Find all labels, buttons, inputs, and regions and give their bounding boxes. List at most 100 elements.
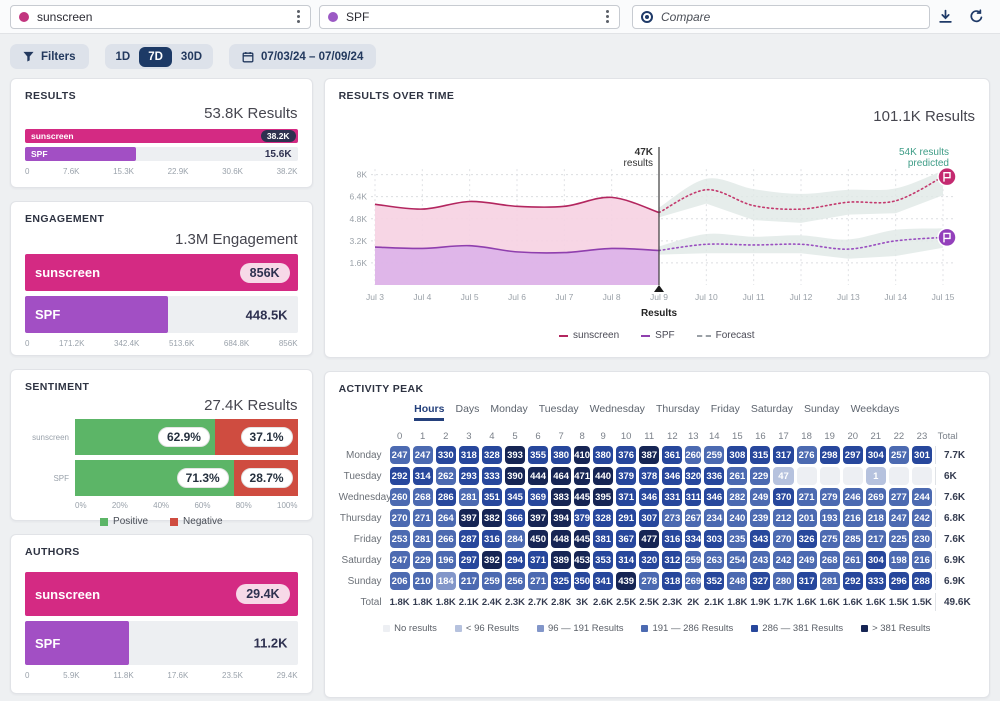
tab-friday[interactable]: Friday (711, 403, 740, 421)
tab-saturday[interactable]: Saturday (751, 403, 793, 421)
kebab-menu-icon[interactable] (604, 8, 611, 25)
heatmap-cell[interactable]: 225 (889, 530, 909, 548)
tab-days[interactable]: Days (455, 403, 479, 421)
heatmap-cell[interactable]: 259 (482, 572, 502, 590)
heatmap-cell[interactable]: 259 (704, 446, 724, 464)
heatmap-cell[interactable] (889, 467, 909, 485)
heatmap-cell[interactable]: 343 (750, 530, 770, 548)
heatmap-cell[interactable]: 229 (413, 551, 433, 569)
heatmap-cell[interactable]: 380 (593, 446, 613, 464)
query-input-sunscreen[interactable]: sunscreen (10, 5, 311, 29)
heatmap-cell[interactable]: 393 (505, 446, 525, 464)
heatmap-cell[interactable]: 269 (866, 488, 886, 506)
heatmap-cell[interactable]: 355 (528, 446, 548, 464)
heatmap-cell[interactable]: 336 (704, 467, 724, 485)
heatmap-cell[interactable]: 260 (685, 446, 701, 464)
tab-hours[interactable]: Hours (414, 403, 444, 421)
tab-weekdays[interactable]: Weekdays (851, 403, 900, 421)
heatmap-cell[interactable]: 201 (797, 509, 817, 527)
heatmap-cell[interactable]: 218 (866, 509, 886, 527)
heatmap-cell[interactable]: 281 (820, 572, 840, 590)
heatmap-cell[interactable]: 331 (662, 488, 682, 506)
heatmap-cell[interactable]: 198 (889, 551, 909, 569)
heatmap-cell[interactable]: 304 (866, 551, 886, 569)
heatmap-cell[interactable]: 334 (685, 530, 701, 548)
heatmap-cell[interactable]: 275 (820, 530, 840, 548)
heatmap-cell[interactable]: 371 (528, 551, 548, 569)
heatmap-cell[interactable]: 330 (436, 446, 456, 464)
heatmap-cell[interactable]: 320 (685, 467, 701, 485)
tab-tuesday[interactable]: Tuesday (539, 403, 579, 421)
heatmap-cell[interactable]: 397 (459, 509, 479, 527)
tab-wednesday[interactable]: Wednesday (590, 403, 645, 421)
heatmap-cell[interactable]: 445 (574, 488, 590, 506)
heatmap-cell[interactable]: 239 (750, 509, 770, 527)
heatmap-cell[interactable]: 346 (704, 488, 724, 506)
heatmap-cell[interactable]: 297 (459, 551, 479, 569)
heatmap-cell[interactable]: 263 (704, 551, 724, 569)
heatmap-cell[interactable]: 464 (551, 467, 571, 485)
heatmap-cell[interactable]: 266 (436, 530, 456, 548)
heatmap-cell[interactable]: 242 (773, 551, 793, 569)
heatmap-cell[interactable]: 376 (616, 446, 636, 464)
refresh-icon[interactable] (969, 9, 984, 24)
heatmap-cell[interactable]: 471 (574, 467, 590, 485)
heatmap-cell[interactable]: 352 (704, 572, 724, 590)
heatmap-cell[interactable]: 216 (912, 551, 932, 569)
tab-thursday[interactable]: Thursday (656, 403, 700, 421)
heatmap-cell[interactable]: 298 (820, 446, 840, 464)
heatmap-cell[interactable]: 318 (459, 446, 479, 464)
heatmap-cell[interactable]: 341 (593, 572, 613, 590)
heatmap-cell[interactable]: 277 (889, 488, 909, 506)
heatmap-cell[interactable]: 286 (436, 488, 456, 506)
heatmap-cell[interactable]: 206 (390, 572, 410, 590)
heatmap-cell[interactable]: 247 (390, 551, 410, 569)
heatmap-cell[interactable]: 210 (413, 572, 433, 590)
compare-input[interactable]: Compare (632, 5, 930, 29)
heatmap-cell[interactable]: 311 (685, 488, 701, 506)
heatmap-cell[interactable]: 281 (459, 488, 479, 506)
heatmap-cell[interactable]: 383 (551, 488, 571, 506)
heatmap-cell[interactable]: 450 (528, 530, 548, 548)
heatmap-cell[interactable]: 268 (413, 488, 433, 506)
heatmap-cell[interactable] (912, 467, 932, 485)
heatmap-cell[interactable] (797, 467, 817, 485)
heatmap-cell[interactable]: 271 (413, 509, 433, 527)
heatmap-cell[interactable]: 395 (593, 488, 613, 506)
heatmap-cell[interactable]: 234 (704, 509, 724, 527)
heatmap-cell[interactable]: 246 (843, 488, 863, 506)
heatmap-cell[interactable]: 314 (413, 467, 433, 485)
heatmap-cell[interactable]: 378 (639, 467, 659, 485)
heatmap-cell[interactable]: 301 (912, 446, 932, 464)
heatmap-cell[interactable]: 346 (662, 467, 682, 485)
heatmap-cell[interactable]: 328 (482, 446, 502, 464)
heatmap-cell[interactable]: 196 (436, 551, 456, 569)
heatmap-cell[interactable]: 317 (773, 446, 793, 464)
heatmap-cell[interactable]: 440 (593, 467, 613, 485)
heatmap-cell[interactable]: 216 (843, 509, 863, 527)
heatmap-cell[interactable]: 262 (436, 467, 456, 485)
heatmap-cell[interactable]: 296 (889, 572, 909, 590)
results-over-time-chart[interactable]: 1.6K3.2K4.8K6.4K8KJul 3Jul 4Jul 5Jul 6Ju… (339, 125, 959, 323)
heatmap-cell[interactable]: 271 (797, 488, 817, 506)
heatmap-cell[interactable]: 370 (773, 488, 793, 506)
filters-button[interactable]: Filters (10, 44, 89, 69)
heatmap-cell[interactable]: 271 (528, 572, 548, 590)
heatmap-cell[interactable]: 276 (797, 446, 817, 464)
heatmap-cell[interactable]: 397 (528, 509, 548, 527)
heatmap-cell[interactable]: 242 (912, 509, 932, 527)
heatmap-cell[interactable]: 217 (866, 530, 886, 548)
heatmap-cell[interactable]: 217 (459, 572, 479, 590)
heatmap-cell[interactable]: 392 (482, 551, 502, 569)
heatmap-cell[interactable]: 270 (773, 530, 793, 548)
heatmap-cell[interactable]: 317 (797, 572, 817, 590)
heatmap-cell[interactable]: 247 (413, 446, 433, 464)
heatmap-cell[interactable]: 333 (866, 572, 886, 590)
download-icon[interactable] (938, 9, 953, 24)
heatmap-cell[interactable]: 379 (616, 467, 636, 485)
heatmap-cell[interactable]: 284 (505, 530, 525, 548)
heatmap-cell[interactable]: 294 (505, 551, 525, 569)
heatmap-cell[interactable]: 390 (505, 467, 525, 485)
heatmap-cell[interactable]: 312 (662, 551, 682, 569)
heatmap-cell[interactable]: 278 (639, 572, 659, 590)
